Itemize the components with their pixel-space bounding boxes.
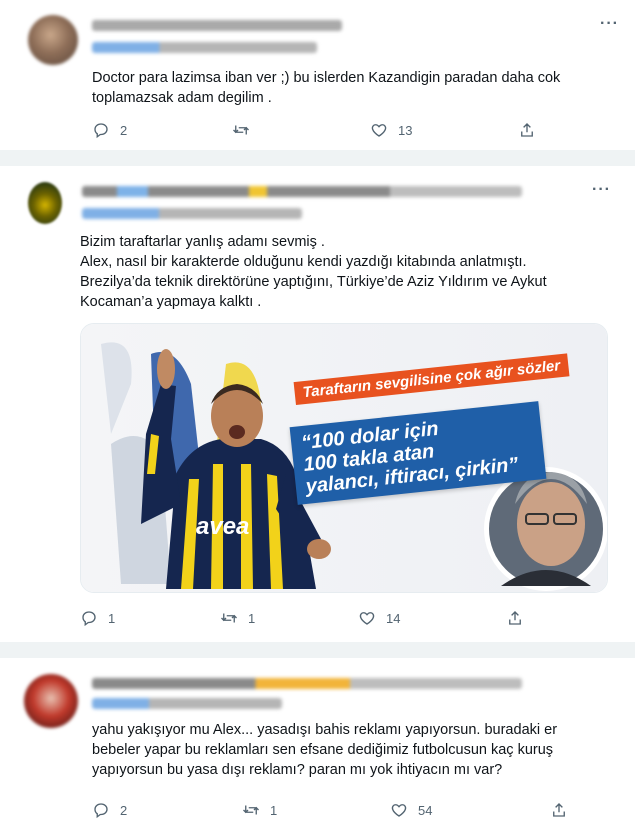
tweet-text: Doctor para lazimsa iban ver ;) bu isler… — [92, 70, 561, 106]
share-button[interactable] — [506, 609, 524, 627]
reply-icon — [94, 803, 108, 819]
like-button[interactable]: 14 — [358, 609, 400, 627]
tweet-2[interactable]: ··· Bizim taraftarlar yanlış adamı sevmi… — [0, 166, 635, 642]
share-icon — [521, 123, 533, 137]
avatar[interactable] — [24, 674, 78, 728]
like-button[interactable]: 54 — [390, 801, 432, 819]
like-count: 13 — [398, 122, 413, 138]
reply-count: 2 — [120, 802, 128, 818]
retweet-button[interactable]: 1 — [242, 801, 277, 819]
reply-button[interactable]: 2 — [92, 801, 127, 819]
retweet-icon — [221, 613, 237, 623]
blurred-username[interactable] — [92, 20, 342, 31]
more-icon[interactable]: ··· — [600, 16, 619, 32]
heart-icon — [359, 612, 375, 625]
like-count: 14 — [386, 610, 401, 626]
tweet-separator — [0, 150, 635, 166]
reply-count: 2 — [120, 122, 128, 138]
blurred-username[interactable] — [92, 678, 522, 689]
tweet-actions: 1 1 14 — [80, 609, 610, 631]
retweet-count: 1 — [270, 802, 278, 818]
retweet-icon — [233, 125, 249, 135]
reply-count: 1 — [108, 610, 116, 626]
retweet-button[interactable]: 1 — [220, 609, 255, 627]
share-button[interactable] — [550, 801, 568, 819]
tweet-text: yahu yakışıyor mu Alex... yasadışı bahis… — [92, 722, 558, 778]
tweet-text: Bizim taraftarlar yanlış adamı sevmiş . … — [80, 234, 547, 310]
share-button[interactable] — [518, 121, 536, 139]
retweet-button[interactable] — [232, 121, 260, 139]
tweet-3[interactable]: yahu yakışıyor mu Alex... yasadışı bahis… — [0, 658, 635, 825]
like-button[interactable]: 13 — [370, 121, 412, 139]
tweet-1[interactable]: ··· Doctor para lazimsa iban ver ;) bu i… — [0, 0, 635, 150]
tweet-actions: 2 13 — [92, 121, 622, 143]
avatar[interactable] — [28, 15, 78, 65]
tweet-actions: 2 1 54 — [92, 801, 622, 823]
blurred-username[interactable] — [82, 186, 522, 197]
blurred-reply-context — [82, 208, 302, 219]
jersey-text: avea — [196, 513, 249, 540]
tweet-image[interactable]: avea Taraftarın sevgilisine çok ağır söz… — [80, 323, 608, 593]
blurred-reply-context — [92, 42, 317, 53]
share-icon — [553, 803, 565, 817]
like-count: 54 — [418, 802, 433, 818]
heart-icon — [391, 804, 407, 817]
reply-icon — [94, 123, 108, 139]
tweet-separator — [0, 642, 635, 658]
retweet-count: 1 — [248, 610, 256, 626]
more-icon[interactable]: ··· — [592, 182, 611, 198]
retweet-icon — [243, 805, 259, 815]
blurred-reply-context — [92, 698, 282, 709]
share-icon — [509, 611, 521, 625]
reply-icon — [82, 611, 96, 627]
reply-button[interactable]: 1 — [80, 609, 115, 627]
avatar[interactable] — [28, 182, 62, 224]
reply-button[interactable]: 2 — [92, 121, 127, 139]
heart-icon — [371, 124, 387, 137]
